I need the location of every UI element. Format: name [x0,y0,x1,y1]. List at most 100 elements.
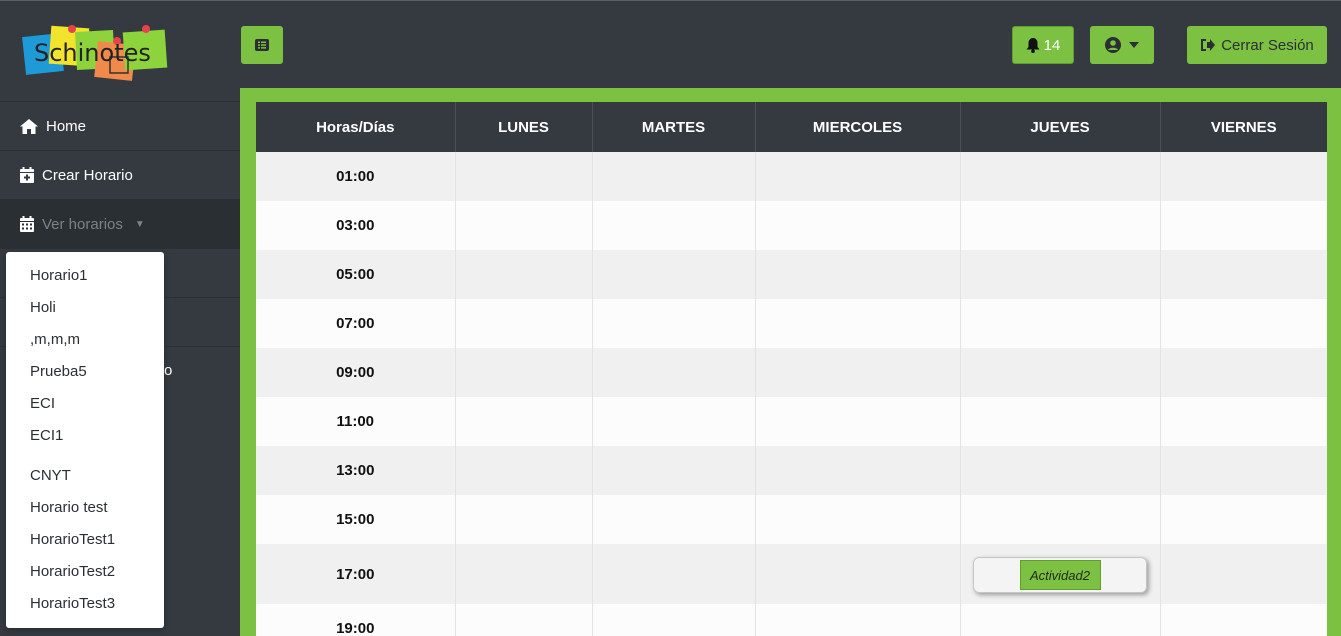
schedule-cell[interactable] [1160,544,1327,604]
schedule-cell[interactable] [960,250,1161,299]
dropdown-item[interactable]: ECI1 [6,420,164,452]
schedule-cell[interactable] [1160,348,1327,397]
schedule-cell[interactable] [960,446,1161,495]
horarios-dropdown-menu: Horario1 Holi ,m,m,m Prueba5 ECI ECI1 CN… [6,252,164,628]
hour-cell: 15:00 [256,495,456,544]
calendar-plus-icon [20,167,34,183]
schinotes-logo[interactable]: Schinotes [20,21,170,83]
sidebar-item-crear-horario[interactable]: Crear Horario [0,150,240,199]
schedule-cell[interactable] [455,397,593,446]
dropdown-item[interactable]: ,m,m,m [6,324,164,356]
table-row: 11:00 [256,397,1327,446]
schedule-cell[interactable] [755,201,961,250]
schedule-cell[interactable] [755,152,961,201]
chevron-down-icon [1129,42,1139,48]
schedule-cell[interactable] [455,250,593,299]
sidebar-item-home[interactable]: Home [0,101,240,150]
list-icon [255,39,269,51]
activity-label[interactable]: Actividad2 [1019,560,1101,590]
activity-card[interactable]: Actividad2 [973,557,1147,593]
sidebar-partial-label: o [164,362,173,379]
schedule-cell[interactable] [1160,604,1327,636]
schedule-cell[interactable] [1160,446,1327,495]
schedule-cell[interactable] [755,544,961,604]
column-header-viernes: VIERNES [1160,102,1327,152]
top-navbar: Schinotes 14 Cerrar Sesión [0,0,1341,88]
hour-cell: 17:00 [256,544,456,604]
dropdown-item[interactable]: Prueba5 [6,356,164,388]
schedule-cell[interactable] [455,604,593,636]
calendar-icon [20,216,34,232]
home-icon [20,118,38,134]
svg-text:Schinotes: Schinotes [34,39,151,67]
sign-out-icon [1201,39,1216,51]
schedule-cell[interactable] [455,446,593,495]
table-row: 09:00 [256,348,1327,397]
hour-cell: 07:00 [256,299,456,348]
hour-cell: 11:00 [256,397,456,446]
schedule-cell[interactable] [592,348,756,397]
hour-cell: 05:00 [256,250,456,299]
schedule-cell[interactable] [960,299,1161,348]
schedule-cell[interactable] [960,397,1161,446]
schedule-cell[interactable] [1160,250,1327,299]
dropdown-item[interactable]: CNYT [6,460,164,492]
schedule-cell[interactable] [592,495,756,544]
schedule-cell[interactable] [592,446,756,495]
main-content: Horas/Días LUNES MARTES MIERCOLES JUEVES… [240,88,1341,636]
table-row: 03:00 [256,201,1327,250]
dropdown-item[interactable]: Horario1 [6,260,164,292]
schedule-cell[interactable] [1160,495,1327,544]
sidebar-toggle-button[interactable] [241,26,283,64]
schedule-cell[interactable] [455,152,593,201]
schedule-cell[interactable] [592,299,756,348]
schedule-cell[interactable] [455,348,593,397]
hour-cell: 13:00 [256,446,456,495]
schedule-cell[interactable] [592,544,756,604]
schedule-cell[interactable] [755,250,961,299]
schedule-cell[interactable] [455,495,593,544]
sidebar-item-ver-horarios[interactable]: Ver horarios ▼ [0,199,240,248]
hour-cell: 09:00 [256,348,456,397]
schedule-cell[interactable] [1160,152,1327,201]
schedule-cell[interactable] [755,604,961,636]
column-header-miercoles: MIERCOLES [755,102,961,152]
schedule-cell[interactable] [592,201,756,250]
dropdown-item[interactable]: Holi [6,292,164,324]
schedule-table-container: Horas/Días LUNES MARTES MIERCOLES JUEVES… [256,102,1327,636]
caret-down-icon: ▼ [134,218,145,230]
dropdown-item[interactable]: HorarioTest2 [6,556,164,588]
notifications-button[interactable]: 14 [1012,26,1074,64]
logout-button[interactable]: Cerrar Sesión [1187,26,1327,64]
dropdown-item[interactable]: ECI [6,388,164,420]
schedule-cell[interactable] [755,446,961,495]
table-row: 13:00 [256,446,1327,495]
schedule-cell[interactable] [960,348,1161,397]
schedule-header-row: Horas/Días LUNES MARTES MIERCOLES JUEVES… [256,102,1327,152]
schedule-cell[interactable] [1160,201,1327,250]
schedule-cell[interactable] [1160,397,1327,446]
schedule-cell[interactable] [755,495,961,544]
logout-label: Cerrar Sesión [1221,36,1314,54]
dropdown-item[interactable]: Horario test [6,492,164,524]
schedule-cell[interactable] [1160,299,1327,348]
schedule-cell[interactable] [960,604,1161,636]
schedule-cell[interactable] [592,152,756,201]
schedule-cell[interactable] [455,299,593,348]
schedule-cell[interactable] [455,544,593,604]
user-menu-button[interactable] [1090,26,1154,64]
schedule-cell[interactable] [592,250,756,299]
dropdown-item[interactable]: HorarioTest3 [6,588,164,620]
schedule-cell[interactable] [755,348,961,397]
schedule-cell[interactable] [960,152,1161,201]
schedule-cell[interactable] [592,604,756,636]
schedule-cell[interactable] [960,201,1161,250]
dropdown-item[interactable]: HorarioTest1 [6,524,164,556]
schedule-cell[interactable] [755,299,961,348]
schedule-cell[interactable] [455,201,593,250]
hour-cell: 03:00 [256,201,456,250]
schedule-cell[interactable] [592,397,756,446]
schedule-cell[interactable] [960,495,1161,544]
schedule-cell[interactable] [755,397,961,446]
table-row: 01:00 [256,152,1327,201]
